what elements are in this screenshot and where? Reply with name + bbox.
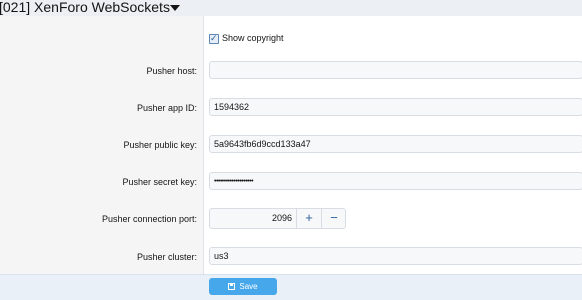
show-copyright-label: Show copyright (222, 33, 284, 43)
pusher-secret-key-label: Pusher secret key: (122, 177, 197, 187)
page-title: [021] XenForo WebSockets (0, 0, 170, 15)
checkbox-checked-icon[interactable]: ✓ (209, 33, 219, 44)
page-header: [021] XenForo WebSockets (0, 0, 582, 16)
save-label: Save (239, 282, 258, 291)
caret-down-icon[interactable] (170, 5, 180, 11)
pusher-public-key-label: Pusher public key: (123, 140, 197, 150)
pusher-connection-port-stepper[interactable]: 2096 + − (209, 208, 346, 229)
pusher-cluster-label: Pusher cluster: (136, 252, 197, 262)
pusher-secret-key-input[interactable]: •••••••••••••••••••• (209, 172, 582, 190)
pusher-host-label: Pusher host: (146, 66, 197, 76)
increment-button[interactable]: + (296, 209, 321, 228)
pusher-app-id-input[interactable]: 1594362 (209, 98, 582, 116)
pusher-public-key-input[interactable]: 5a9643fb6d9ccd133a47 (209, 135, 582, 153)
pusher-cluster-input[interactable]: us3 (209, 247, 582, 265)
pusher-connection-port-label: Pusher connection port: (101, 214, 197, 224)
port-value[interactable]: 2096 (210, 209, 296, 228)
save-icon (228, 283, 236, 290)
pusher-app-id-label: Pusher app ID: (136, 103, 197, 113)
decrement-button[interactable]: − (321, 209, 346, 228)
form-footer (0, 274, 582, 300)
pusher-host-input[interactable] (209, 61, 582, 79)
save-button[interactable]: Save (209, 278, 277, 295)
